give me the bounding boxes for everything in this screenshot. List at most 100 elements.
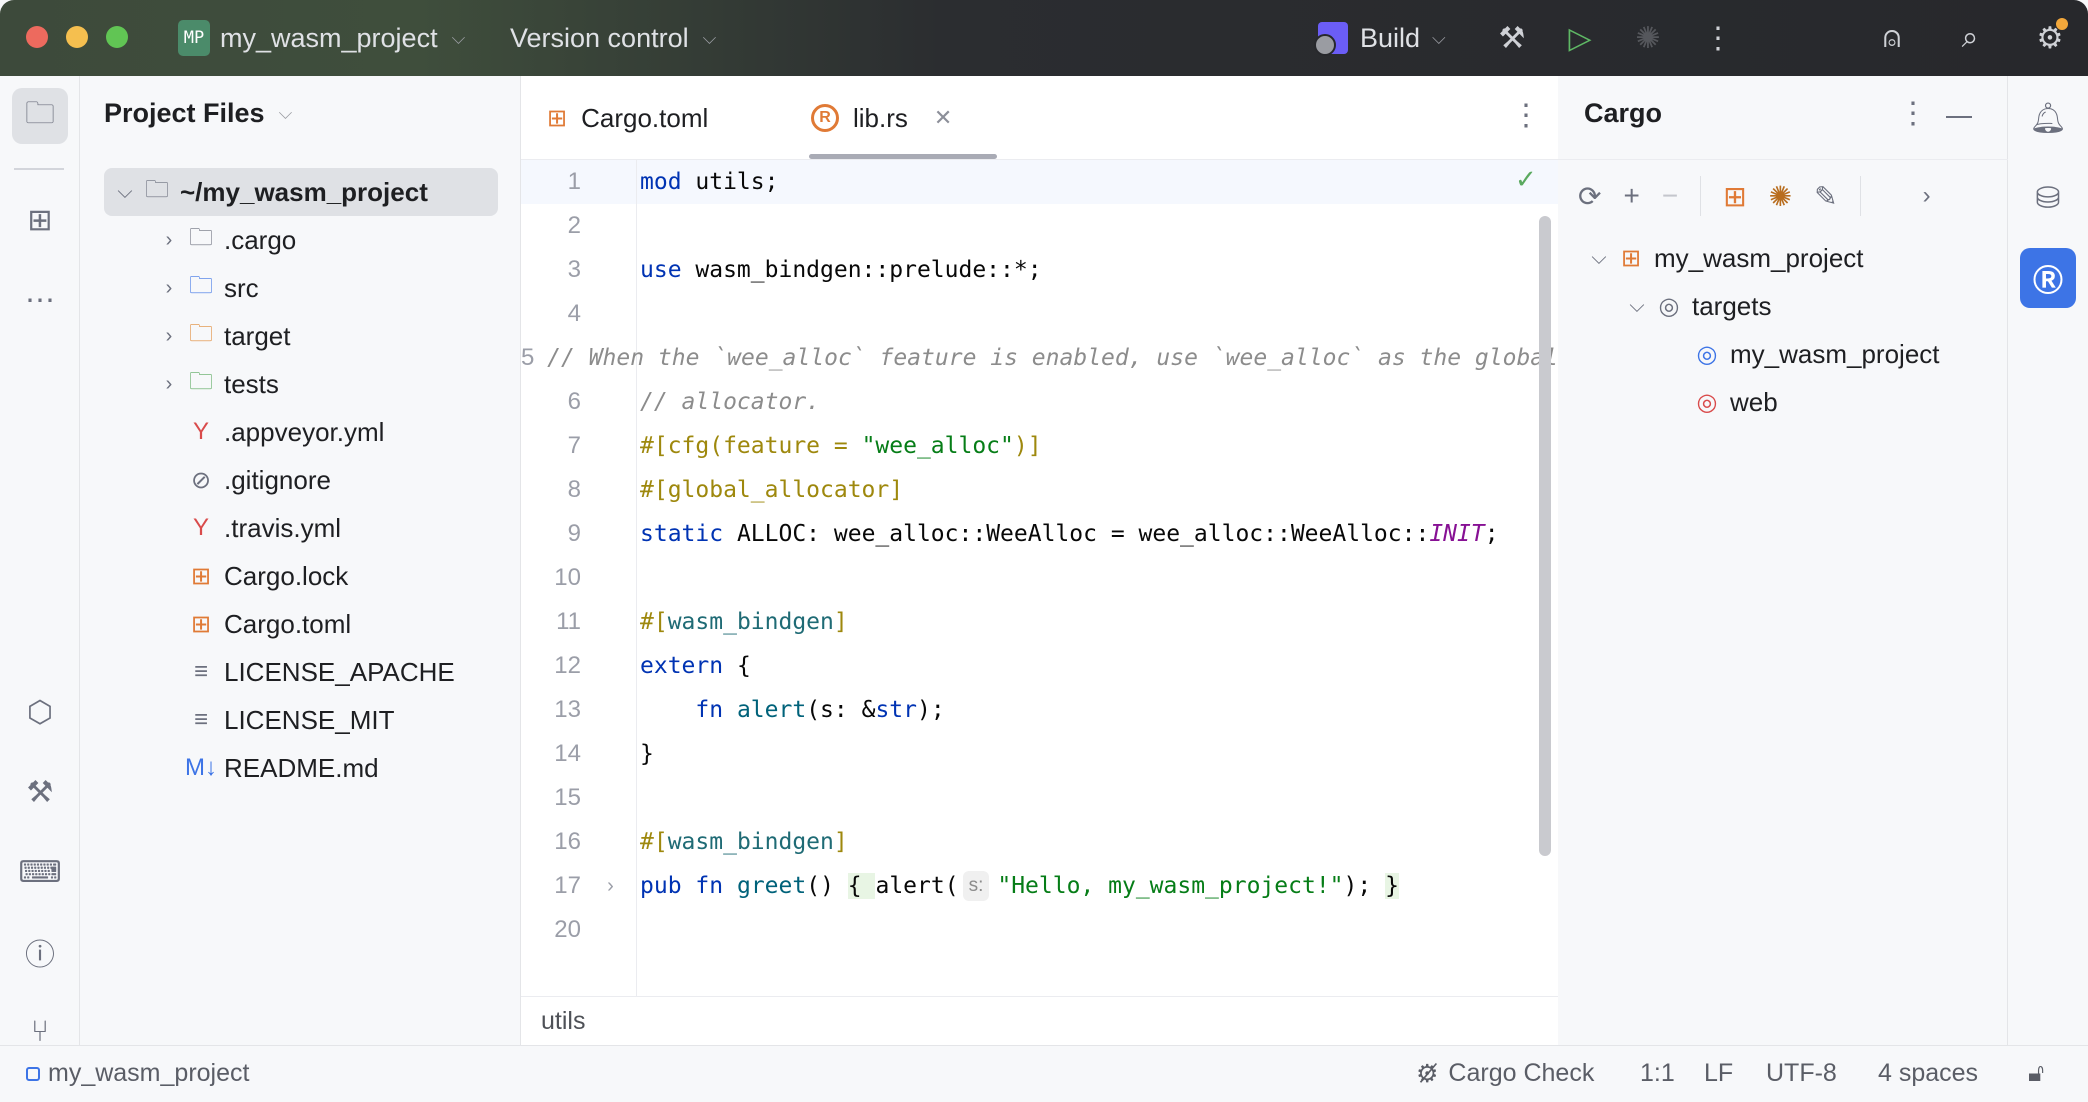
remove-icon[interactable]: −	[1662, 180, 1678, 212]
tree-item[interactable]: ≡ LICENSE_APACHE	[104, 648, 498, 696]
code-token: wasm_bindgen	[667, 829, 834, 855]
notifications-bell-icon[interactable]: 🔔︎	[2020, 90, 2076, 146]
tree-item[interactable]: › 🗀 target	[104, 312, 498, 360]
breadcrumb[interactable]: utils	[521, 996, 1558, 1045]
edit-icon[interactable]: ✎	[1814, 180, 1837, 213]
project-selector[interactable]: my_wasm_project ⌵	[220, 0, 465, 76]
line-number: 16	[554, 828, 581, 855]
tree-item[interactable]: ⌵ ⊞ my_wasm_project	[1578, 234, 1998, 282]
code-line[interactable]: 4	[521, 292, 1558, 336]
code-line[interactable]: 7 #[cfg(feature = "wee_alloc")]	[521, 424, 1558, 468]
structure-icon[interactable]: ⊞	[12, 192, 68, 248]
fold-chevron-icon[interactable]: ›	[581, 875, 640, 898]
code-line[interactable]: 3 use wasm_bindgen::prelude::*;	[521, 248, 1558, 292]
tree-item[interactable]: ◎ web	[1578, 378, 1998, 426]
tab-lib-rs[interactable]: R lib.rs ✕	[811, 76, 952, 160]
add-user-icon[interactable]: ⍝	[1868, 14, 1916, 62]
code-line[interactable]: 16 #[wasm_bindgen]	[521, 820, 1558, 864]
add-icon[interactable]: +	[1623, 180, 1639, 212]
run-config-selector[interactable]: Build ⌵	[1314, 0, 1446, 76]
cargo-project-icon[interactable]: ⊞	[1723, 180, 1746, 213]
tree-item[interactable]: › 🗀 src	[104, 264, 498, 312]
close-window-button[interactable]	[26, 26, 48, 48]
tree-item[interactable]: › 🗀 tests	[104, 360, 498, 408]
minimize-panel-icon[interactable]	[1946, 116, 1972, 118]
code-line[interactable]: 1 mod utils;	[521, 160, 1558, 204]
chevron-right-icon[interactable]: ›	[154, 325, 184, 348]
build-hammer-icon[interactable]: ⚒	[12, 764, 68, 820]
indent-setting[interactable]: 4 spaces	[1878, 1059, 1978, 1088]
cargo-options-icon[interactable]: ⋮	[1898, 96, 1928, 131]
run-icon[interactable]: ▷	[1556, 14, 1604, 62]
cargo-rust-icon[interactable]: Ⓡ	[2020, 248, 2076, 308]
status-project[interactable]: my_wasm_project	[26, 1059, 249, 1088]
tab-options-icon[interactable]: ⋮	[1511, 98, 1541, 133]
services-icon[interactable]: ⬡	[12, 684, 68, 740]
chevron-down-icon[interactable]: ⌵	[1622, 295, 1652, 318]
tree-item[interactable]: ⊘ .gitignore	[104, 456, 498, 504]
code-line[interactable]: 2	[521, 204, 1558, 248]
breadcrumb-item[interactable]: utils	[541, 1007, 585, 1036]
database-icon[interactable]: ⛁	[2020, 170, 2076, 226]
tree-item[interactable]: ◎ my_wasm_project	[1578, 330, 1998, 378]
code-token: )]	[1013, 433, 1042, 459]
chevron-down-icon: ⌵	[451, 27, 466, 48]
unlock-icon[interactable]: 🔓︎	[2028, 1059, 2044, 1088]
more-icon[interactable]: ⋮	[1694, 14, 1742, 62]
maximize-window-button[interactable]	[106, 26, 128, 48]
caret-position[interactable]: 1:1	[1640, 1059, 1675, 1088]
chevron-right-icon[interactable]: ›	[154, 229, 184, 252]
cargo-icon: ⊞	[547, 104, 568, 132]
search-icon[interactable]: ⌕	[1946, 14, 1994, 62]
refresh-icon[interactable]: ⟳	[1578, 180, 1601, 213]
terminal-icon[interactable]: ⌨	[12, 844, 68, 900]
vertical-scrollbar[interactable]	[1539, 216, 1551, 856]
project-folder-icon[interactable]: 🗀	[12, 88, 68, 144]
code-token: ALLOC: wee_alloc::WeeAlloc = wee_alloc::…	[723, 521, 1430, 547]
debug-icon[interactable]: ✺	[1624, 14, 1672, 62]
code-line[interactable]: 12 extern {	[521, 644, 1558, 688]
code-line[interactable]: 5 // When the `wee_alloc` feature is enab…	[521, 336, 1558, 380]
tree-item[interactable]: M↓ README.md	[104, 744, 498, 792]
chevron-right-icon[interactable]: ›	[154, 277, 184, 300]
debug-bug-icon[interactable]: ✺	[1769, 180, 1792, 213]
chevron-right-icon[interactable]: ›	[154, 373, 184, 396]
problems-icon[interactable]: ⓘ	[12, 924, 68, 980]
code-line[interactable]: 9 static ALLOC: wee_alloc::WeeAlloc = wee…	[521, 512, 1558, 556]
code-line[interactable]: 8 #[global_allocator]	[521, 468, 1558, 512]
code-line[interactable]: 17 › pub fn greet() { alert(s: "Hello, my_w…	[521, 864, 1558, 908]
tree-item[interactable]: Y .appveyor.yml	[104, 408, 498, 456]
version-control-menu[interactable]: Version control ⌵	[510, 0, 716, 76]
code-line[interactable]: 14}	[521, 732, 1558, 776]
expand-toolbar-icon[interactable]: ›	[1923, 182, 1931, 210]
line-separator[interactable]: LF	[1704, 1059, 1733, 1088]
code-line[interactable]: 10	[521, 556, 1558, 600]
code-line[interactable]: 20	[521, 908, 1558, 952]
code-line[interactable]: 15	[521, 776, 1558, 820]
tree-item[interactable]: ⊞ Cargo.toml	[104, 600, 498, 648]
tree-item[interactable]: ⌵ ◎ targets	[1578, 282, 1998, 330]
more-tools-icon[interactable]: ⋯	[12, 272, 68, 328]
hammer-icon[interactable]: ⚒	[1488, 14, 1536, 62]
tab-cargo-toml[interactable]: ⊞ Cargo.toml	[547, 76, 708, 160]
tree-item[interactable]: Y .travis.yml	[104, 504, 498, 552]
chevron-down-icon[interactable]: ⌵	[110, 181, 140, 204]
minimize-window-button[interactable]	[66, 26, 88, 48]
chevron-down-icon[interactable]: ⌵	[1584, 247, 1614, 270]
settings-icon[interactable]: ⚙	[2026, 14, 2074, 62]
line-number: 11	[556, 608, 581, 635]
cargo-check-widget[interactable]: ⚙̸ Cargo Check	[1416, 1059, 1594, 1089]
tree-item[interactable]: › 🗀 .cargo	[104, 216, 498, 264]
close-tab-icon[interactable]: ✕	[934, 105, 952, 131]
project-badge: MP	[178, 20, 210, 56]
code-area[interactable]: 1 mod utils; 2 3 use wasm_bindgen::prelude::…	[521, 160, 1558, 1072]
parameter-hint: s:	[962, 871, 990, 901]
tree-item[interactable]: ≡ LICENSE_MIT	[104, 696, 498, 744]
code-line[interactable]: 11 #[wasm_bindgen]	[521, 600, 1558, 644]
code-line[interactable]: 13 fn alert (s: & str);	[521, 688, 1558, 732]
file-encoding[interactable]: UTF-8	[1766, 1059, 1837, 1088]
tree-item[interactable]: ⊞ Cargo.lock	[104, 552, 498, 600]
code-line[interactable]: 6 // allocator.	[521, 380, 1558, 424]
project-panel-header[interactable]: Project Files ⌵	[104, 98, 292, 129]
tree-item[interactable]: ⌵ 🗀 ~/my_wasm_project	[104, 168, 498, 216]
